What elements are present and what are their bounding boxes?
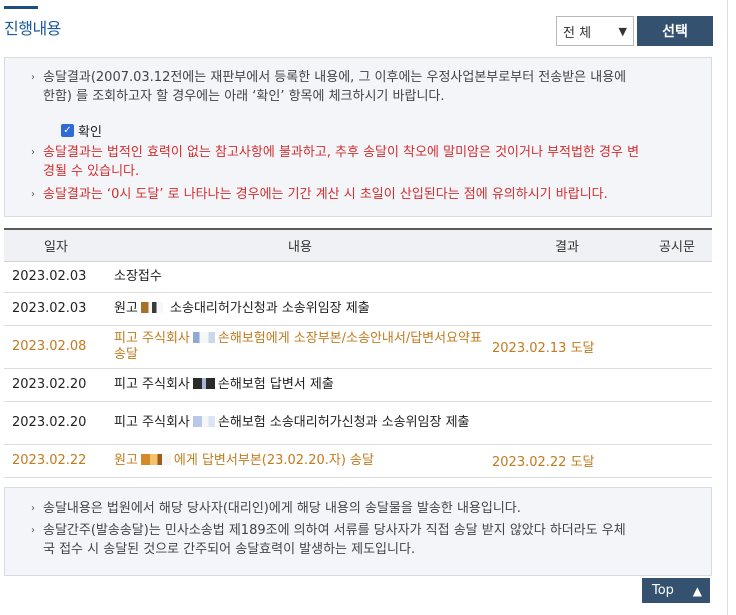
row-date: 2023.02.20 — [4, 401, 108, 445]
row-content-party: 원고 — [114, 300, 138, 316]
table-row: 2023.02.22 원고 에게 답변서부본(23.02.20.자) 송달 202… — [4, 444, 712, 478]
column-header-notice: 공시문 — [642, 228, 712, 262]
table-row: 2023.02.20 피고 주식회사 손해보험 답변서 제출 — [4, 368, 712, 402]
row-notice — [642, 444, 712, 478]
row-date: 2023.02.03 — [4, 261, 108, 293]
column-header-date: 일자 — [4, 228, 108, 262]
row-notice — [642, 401, 712, 445]
notice-item: › 송달결과는 법적인 효력이 없는 참고사항에 불과하고, 추후 송달이 착오… — [31, 143, 663, 181]
row-content-text: 피고 주식회사 손해보험 답변서 제출 — [114, 377, 334, 393]
notice-box-top: › 송달결과(2007.03.12전에는 재판부에서 등록한 내용에, 그 이후… — [4, 57, 712, 217]
row-result — [492, 401, 642, 445]
row-result — [492, 292, 642, 326]
notice-text: 송달결과는 법적인 효력이 없는 참고사항에 불과하고, 추후 송달이 착오에 … — [43, 145, 640, 160]
row-content-text: 피고 주식회사 손해보험에게 소장부본/소송안내서/답변서요약표 송달 — [114, 331, 486, 363]
row-notice — [642, 292, 712, 326]
table-header-row: 일자 내용 결과 공시문 — [4, 228, 712, 262]
page-title: 진행내용 — [4, 19, 61, 38]
row-content-rest: 소송대리허가신청과 소송위임장 제출 — [165, 300, 370, 316]
confirm-label: 확인 — [78, 125, 102, 140]
row-date: 2023.02.20 — [4, 368, 108, 402]
table-row: 2023.02.08 피고 주식회사 손해보험에게 소장부본/소송안내서/답변서요… — [4, 325, 712, 369]
notice-text: 한함) 를 조회하고자 할 경우에는 아래 ‘확인’ 항목에 체크하시기 바랍니… — [43, 89, 445, 104]
redacted-name — [192, 377, 215, 389]
row-result: 2023.02.13 도달 — [492, 325, 642, 369]
row-date: 2023.02.22 — [4, 444, 108, 478]
title-accent-bar — [4, 6, 38, 9]
filter-select[interactable]: 전 체 ▼ — [556, 16, 634, 46]
row-content-party: 피고 주식회사 — [114, 414, 190, 430]
notice-text: 송달간주(발송송달)는 민사소송법 제189조에 의하여 서류를 당사자가 직접… — [43, 523, 626, 538]
notice-box-bottom: › 송달내용은 법원에서 해당 당사자(대리인)에게 해당 내용의 송달물을 발… — [4, 487, 712, 576]
bullet-icon: › — [31, 147, 35, 158]
select-button[interactable]: 선택 — [637, 16, 713, 46]
row-content: 원고 소송대리허가신청과 소송위임장 제출 — [108, 292, 492, 326]
column-header-result: 결과 — [492, 228, 642, 262]
row-content-party: 원고 — [114, 452, 138, 468]
confirm-checkbox[interactable]: ✓ — [61, 124, 74, 137]
row-content-rest: 에게 답변서부본(23.02.20.자) 송달 — [173, 452, 374, 468]
table-row: 2023.02.03 소장접수 — [4, 261, 712, 293]
notice-text: 송달내용은 법원에서 해당 당사자(대리인)에게 해당 내용의 송달물을 발송한… — [43, 501, 521, 516]
confirm-checkbox-row[interactable]: ✓ 확인 — [61, 121, 102, 140]
notice-text: 경될 수 있습니다. — [43, 164, 140, 179]
row-content-party: 피고 주식회사 — [114, 330, 190, 346]
chevron-up-icon: ▲ — [692, 583, 702, 598]
notice-text: 송달결과는 ‘0시 도달’ 로 나타나는 경우에는 기간 계산 시 초일이 산입… — [43, 187, 608, 202]
row-result — [492, 261, 642, 293]
chevron-down-icon: ▼ — [618, 24, 627, 38]
row-content: 소장접수 — [108, 261, 492, 293]
row-content-text: 피고 주식회사 손해보험 소송대리허가신청과 소송위임장 제출 — [114, 415, 470, 431]
row-result — [492, 368, 642, 402]
notice-text: 국 접수 시 송달된 것으로 간주되어 송달효력이 발생하는 제도입니다. — [43, 542, 416, 557]
bullet-icon: › — [31, 525, 35, 536]
bullet-icon: › — [31, 189, 35, 200]
row-notice — [642, 261, 712, 293]
row-content: 피고 주식회사 손해보험에게 소장부본/소송안내서/답변서요약표 송달 — [108, 325, 492, 369]
section-title: 진행내용 — [4, 6, 61, 39]
redacted-name — [140, 301, 163, 313]
redacted-name — [192, 331, 215, 343]
row-result: 2023.02.22 도달 — [492, 444, 642, 478]
bullet-icon: › — [31, 503, 35, 514]
redacted-name — [192, 415, 215, 427]
row-content: 원고 에게 답변서부본(23.02.20.자) 송달 — [108, 444, 492, 478]
notice-item: › 송달결과는 ‘0시 도달’ 로 나타나는 경우에는 기간 계산 시 초일이 … — [31, 185, 663, 204]
row-content-party: 피고 주식회사 — [114, 376, 190, 392]
row-date: 2023.02.08 — [4, 325, 108, 369]
row-content-text: 소장접수 — [114, 268, 162, 284]
row-date: 2023.02.03 — [4, 292, 108, 326]
scroll-top-button[interactable]: Top ▲ — [642, 578, 710, 603]
table-row: 2023.02.03 원고 소송대리허가신청과 소송위임장 제출 — [4, 292, 712, 326]
filter-select-value: 전 체 — [563, 25, 592, 41]
notice-item: › 송달간주(발송송달)는 민사소송법 제189조에 의하여 서류를 당사자가 … — [31, 521, 663, 559]
notice-item: › 송달내용은 법원에서 해당 당사자(대리인)에게 해당 내용의 송달물을 발… — [31, 499, 663, 518]
column-header-content: 내용 — [108, 228, 492, 262]
redacted-name — [140, 453, 171, 465]
notice-item: › 송달결과(2007.03.12전에는 재판부에서 등록한 내용에, 그 이후… — [31, 68, 663, 106]
divider — [727, 0, 728, 615]
row-content-rest: 손해보험 소송대리허가신청과 소송위임장 제출 — [217, 414, 470, 430]
row-notice — [642, 368, 712, 402]
row-content: 피고 주식회사 손해보험 소송대리허가신청과 소송위임장 제출 — [108, 401, 492, 445]
row-content-text: 원고 소송대리허가신청과 소송위임장 제출 — [114, 301, 370, 317]
row-notice — [642, 325, 712, 369]
row-content-text: 원고 에게 답변서부본(23.02.20.자) 송달 — [114, 453, 374, 469]
bullet-icon: › — [31, 72, 35, 83]
progress-table: 일자 내용 결과 공시문 2023.02.03 소장접수 2023.02.03 … — [4, 228, 712, 478]
top-label: Top — [652, 583, 674, 598]
row-content: 피고 주식회사 손해보험 답변서 제출 — [108, 368, 492, 402]
notice-text: 송달결과(2007.03.12전에는 재판부에서 등록한 내용에, 그 이후에는… — [43, 70, 627, 85]
row-content-rest: 손해보험 답변서 제출 — [217, 376, 334, 392]
table-row: 2023.02.20 피고 주식회사 손해보험 소송대리허가신청과 소송위임장 제… — [4, 401, 712, 445]
